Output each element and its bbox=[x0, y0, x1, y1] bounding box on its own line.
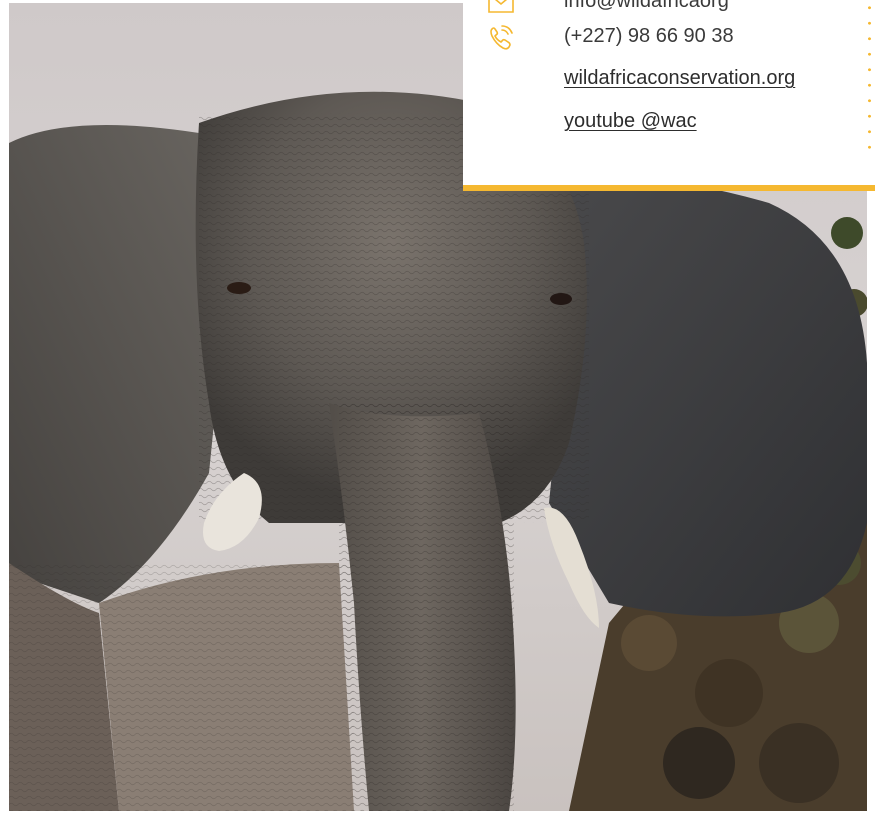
email-row: info@wildafricaorg bbox=[463, 0, 858, 14]
website-link[interactable]: wildafricaconservation.org bbox=[564, 65, 795, 91]
phone-row: (+227) 98 66 90 38 bbox=[463, 21, 858, 50]
phone-text[interactable]: (+227) 98 66 90 38 bbox=[564, 23, 734, 49]
contact-card: info@wildafricaorg (+227) 98 66 90 38 wi… bbox=[463, 0, 875, 191]
youtube-row: youtube @wac bbox=[463, 106, 858, 134]
youtube-link[interactable]: youtube @wac bbox=[564, 108, 697, 134]
dotted-border bbox=[868, 0, 871, 160]
envelope-icon bbox=[488, 0, 514, 13]
website-row: wildafricaconservation.org bbox=[463, 63, 858, 91]
phone-ringing-icon bbox=[490, 25, 513, 50]
email-text[interactable]: info@wildafricaorg bbox=[564, 0, 729, 14]
